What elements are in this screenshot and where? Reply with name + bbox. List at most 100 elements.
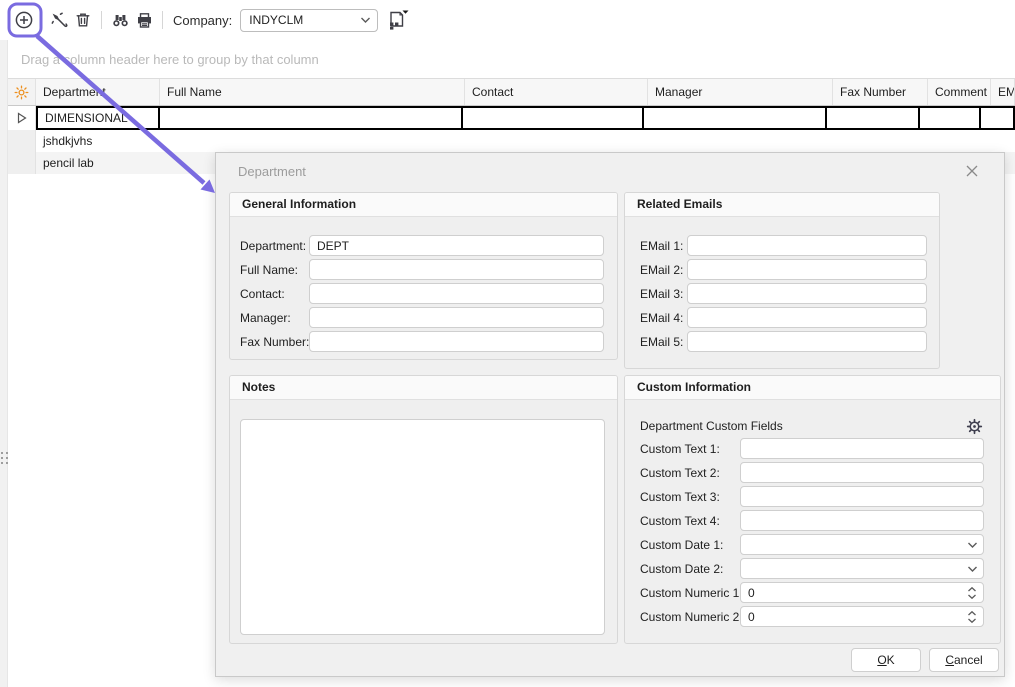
binoculars-icon	[111, 11, 130, 30]
group-related-emails: Related Emails EMail 1: EMail 2: EMail 3…	[624, 192, 940, 369]
splitter-grip-icon	[1, 452, 7, 464]
custom-fields-settings-button[interactable]	[964, 416, 984, 436]
email4-input[interactable]	[687, 307, 927, 328]
row-indicator-cell	[8, 106, 36, 130]
custom-text3-input[interactable]	[740, 486, 984, 507]
fax-number-field-label: Fax Number:	[240, 335, 309, 349]
custom-text1-label: Custom Text 1:	[640, 442, 740, 456]
printer-icon	[135, 11, 154, 30]
email1-input[interactable]	[687, 235, 927, 256]
cell-fax-number[interactable]	[827, 108, 920, 128]
close-icon	[965, 164, 979, 178]
grid-customize-header-cell[interactable]	[8, 79, 36, 105]
group-notes: Notes	[229, 375, 618, 644]
custom-text2-input[interactable]	[740, 462, 984, 483]
grid-header-row: Department Full Name Contact Manager Fax…	[8, 78, 1015, 106]
email5-input[interactable]	[687, 331, 927, 352]
application-window: Company: INDYCLM Drag a column header he…	[0, 0, 1015, 687]
gear-icon	[966, 418, 983, 435]
email3-field-label: EMail 3:	[640, 287, 687, 301]
custom-numeric1-label: Custom Numeric 1:	[640, 586, 740, 600]
chevron-down-icon	[360, 16, 371, 24]
custom-numeric1-input[interactable]	[741, 583, 961, 602]
custom-numeric2-spinner[interactable]	[740, 606, 984, 627]
email3-input[interactable]	[687, 283, 927, 304]
group-general-information: General Information Department: Full Nam…	[229, 192, 618, 360]
custom-text4-input[interactable]	[740, 510, 984, 531]
custom-date1-dropdown[interactable]	[740, 534, 984, 555]
column-header-contact[interactable]: Contact	[465, 79, 648, 105]
group-title: Custom Information	[625, 376, 1000, 400]
company-label: Company:	[173, 13, 232, 28]
custom-text2-label: Custom Text 2:	[640, 466, 740, 480]
custom-date2-input[interactable]	[741, 559, 961, 578]
company-combobox[interactable]: INDYCLM	[240, 9, 378, 32]
focused-row-cells: DIMENSIONAL	[36, 106, 1015, 130]
trash-icon	[74, 11, 92, 29]
cell-contact[interactable]	[463, 108, 644, 128]
edit-button[interactable]	[47, 8, 71, 32]
card-layout-icon	[386, 9, 410, 31]
print-button[interactable]	[132, 8, 156, 32]
toolbar-separator	[101, 11, 102, 29]
cancel-button[interactable]: Cancel	[929, 648, 999, 672]
group-by-panel-text: Drag a column header here to group by th…	[21, 52, 319, 67]
department-input[interactable]	[309, 235, 604, 256]
full-name-input[interactable]	[309, 259, 604, 280]
layout-options-button[interactable]	[386, 8, 410, 32]
column-header-department[interactable]: Department	[36, 79, 160, 105]
ok-button[interactable]: OK	[851, 648, 921, 672]
delete-button[interactable]	[71, 8, 95, 32]
custom-numeric2-label: Custom Numeric 2:	[640, 610, 740, 624]
chevron-down-icon[interactable]	[961, 565, 983, 573]
find-button[interactable]	[108, 8, 132, 32]
table-row-focused[interactable]: DIMENSIONAL	[8, 106, 1015, 130]
add-button-highlight	[7, 3, 41, 37]
cell-manager[interactable]	[644, 108, 827, 128]
cell-email[interactable]	[981, 108, 1013, 128]
toolbar-separator	[162, 11, 163, 29]
custom-fields-subtitle: Department Custom Fields	[640, 419, 964, 433]
custom-date1-label: Custom Date 1:	[640, 538, 740, 552]
left-splitter[interactable]	[0, 40, 8, 687]
chevron-down-icon[interactable]	[961, 541, 983, 549]
manager-field-label: Manager:	[240, 311, 309, 325]
company-combobox-value: INDYCLM	[249, 13, 360, 27]
dropdown-arrow	[403, 11, 409, 14]
notes-textarea[interactable]	[240, 419, 605, 635]
cell-full-name[interactable]	[160, 108, 463, 128]
column-header-manager[interactable]: Manager	[648, 79, 833, 105]
department-dialog: Department General Information Departmen…	[215, 152, 1005, 677]
up-down-spinner-icon[interactable]	[961, 610, 983, 624]
cell-department[interactable]: jshdkjvhs	[36, 130, 160, 152]
cell-comment[interactable]	[920, 108, 981, 128]
column-header-fax-number[interactable]: Fax Number	[833, 79, 928, 105]
custom-date1-input[interactable]	[741, 535, 961, 554]
up-down-spinner-icon[interactable]	[961, 586, 983, 600]
email2-input[interactable]	[687, 259, 927, 280]
custom-date2-dropdown[interactable]	[740, 558, 984, 579]
custom-text1-input[interactable]	[740, 438, 984, 459]
table-row[interactable]: jshdkjvhs	[8, 130, 1015, 152]
email1-field-label: EMail 1:	[640, 239, 687, 253]
sun-icon	[14, 85, 29, 100]
custom-text3-label: Custom Text 3:	[640, 490, 740, 504]
email2-field-label: EMail 2:	[640, 263, 687, 277]
group-title: Notes	[230, 376, 617, 400]
custom-numeric2-input[interactable]	[741, 607, 961, 626]
circled-plus-icon	[14, 10, 34, 30]
custom-numeric1-spinner[interactable]	[740, 582, 984, 603]
column-header-comment[interactable]: Comment	[928, 79, 991, 105]
column-header-email[interactable]: EMail 1	[991, 79, 1015, 105]
contact-input[interactable]	[309, 283, 604, 304]
cell-department[interactable]: DIMENSIONAL	[38, 108, 160, 128]
focused-row-triangle-icon	[17, 112, 27, 124]
manager-input[interactable]	[309, 307, 604, 328]
group-by-panel[interactable]: Drag a column header here to group by th…	[9, 40, 1015, 78]
cell-department[interactable]: pencil lab	[36, 152, 160, 174]
contact-field-label: Contact:	[240, 287, 309, 301]
column-header-full-name[interactable]: Full Name	[160, 79, 465, 105]
fax-number-input[interactable]	[309, 331, 604, 352]
add-button[interactable]	[12, 8, 36, 32]
dialog-close-button[interactable]	[964, 163, 980, 179]
